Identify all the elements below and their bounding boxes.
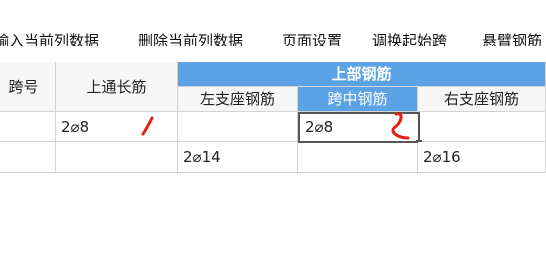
row1-mid-span[interactable]: 2⌀8 — [298, 112, 420, 143]
input-current-column-button[interactable]: 输入当前列数据 — [0, 30, 99, 46]
row2-right-support[interactable]: 2⌀16 — [418, 142, 546, 173]
row2-mid-span[interactable] — [298, 143, 418, 173]
toolbar: 输入当前列数据 删除当前列数据 页面设置 调换起始跨 悬臂钢筋 — [0, 0, 546, 46]
header-span-no: 跨号 — [0, 62, 56, 112]
swap-start-span-button[interactable]: 调换起始跨 — [372, 30, 447, 46]
row1-span-no[interactable] — [0, 112, 56, 142]
delete-current-column-button[interactable]: 删除当前列数据 — [138, 30, 243, 46]
rebar-table: 跨号 上通长筋 上部钢筋 左支座钢筋 跨中钢筋 右支座钢筋 2⌀8 2⌀8 2⌀… — [0, 62, 546, 174]
row2-left-support[interactable]: 2⌀14 — [178, 142, 298, 173]
header-top-rebar-group: 上部钢筋 — [178, 62, 546, 87]
header-top-through-rebar: 上通长筋 — [56, 62, 178, 112]
row2-span-no[interactable] — [0, 142, 56, 173]
row1-right-support[interactable] — [420, 112, 546, 142]
row2-top-through[interactable] — [56, 142, 178, 173]
row1-top-through[interactable]: 2⌀8 — [56, 112, 178, 142]
cantilever-rebar-button[interactable]: 悬臂钢筋 — [482, 30, 542, 46]
header-mid-span-rebar: 跨中钢筋 — [298, 87, 418, 112]
header-right-support-rebar: 右支座钢筋 — [418, 87, 546, 112]
page-setup-button[interactable]: 页面设置 — [282, 30, 342, 46]
row1-left-support[interactable] — [178, 112, 298, 142]
header-left-support-rebar: 左支座钢筋 — [178, 87, 298, 112]
